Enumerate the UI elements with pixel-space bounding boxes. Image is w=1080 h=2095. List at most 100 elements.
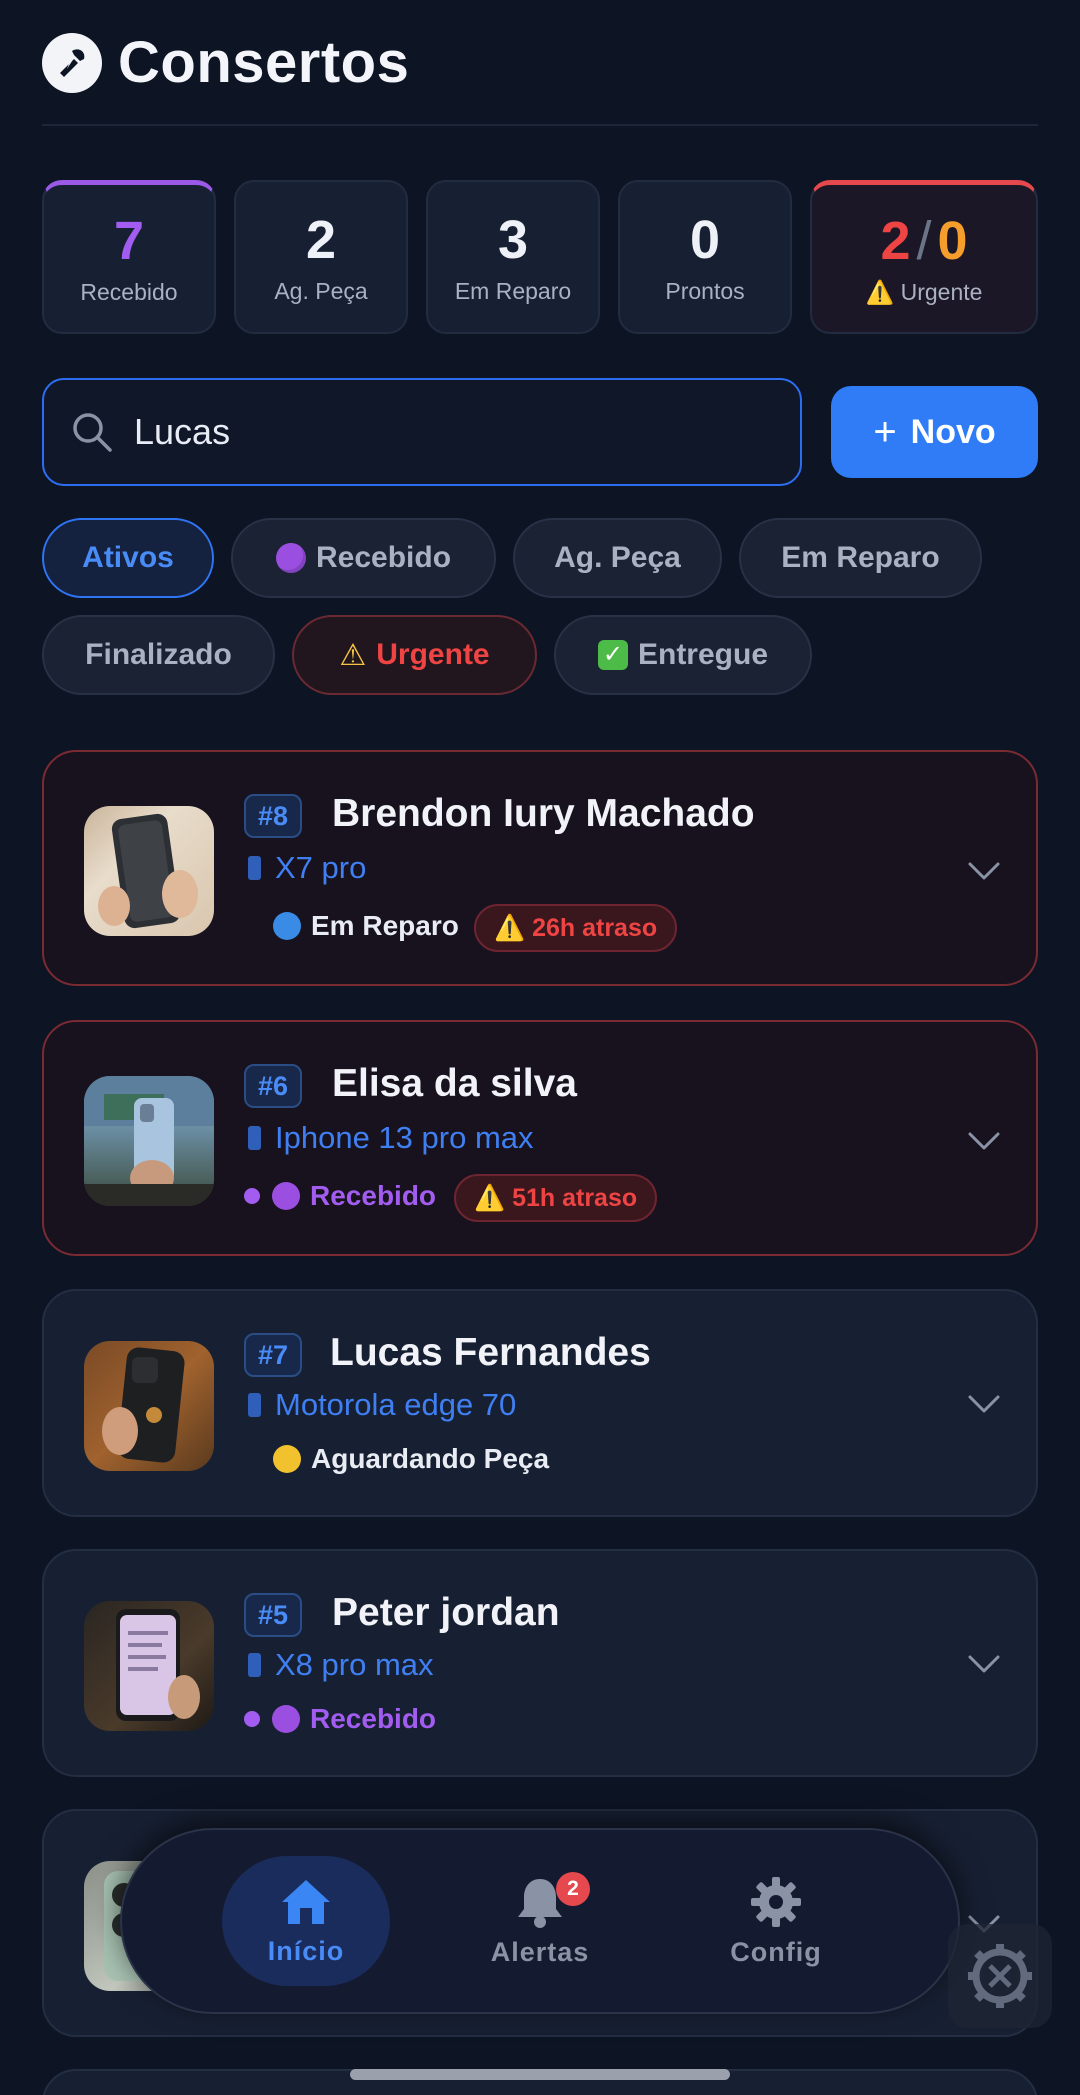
tools-gear-icon [968,1944,1032,2008]
customer-name: Lucas Fernandes [330,1331,651,1374]
filter-chip-finalizado[interactable]: Finalizado [42,615,275,695]
search-icon [73,413,112,452]
stat-urgente-separator: / [916,211,932,271]
order-id-tag: #8 [244,794,303,838]
stat-urgente[interactable]: 2/0 ⚠️ Urgente [810,180,1038,334]
device-model: X8 pro max [248,1647,434,1683]
customer-name: Peter jordan [332,1591,560,1634]
late-badge: ⚠️ 51h atraso [454,1174,658,1222]
stat-em-reparo[interactable]: 3 Em Reparo [426,180,600,334]
home-indicator [350,2069,730,2080]
filter-chip-entregue[interactable]: ✓ Entregue [554,615,812,695]
device-photo [84,1341,214,1471]
filter-chip-ativos-label: Ativos [82,541,174,574]
status-text: Em Reparo [311,910,459,941]
device-photo [84,1601,214,1731]
alert-count-badge: 2 [556,1872,590,1906]
stat-recebido-value: 7 [113,211,145,271]
late-badge: ⚠️ 26h atraso [474,904,678,952]
chevron-down-icon[interactable] [964,1120,1004,1160]
chevron-down-icon[interactable] [964,850,1004,890]
filter-chip-finalizado-label: Finalizado [85,638,232,671]
device-model-label: Iphone 13 pro max [275,1120,534,1155]
stat-urgente-value: 2/0 [880,211,967,271]
status-label: Aguardando Peça [273,1443,549,1475]
warning-icon: ⚠ [339,638,367,672]
nav-config[interactable]: Config [692,1856,860,1986]
filter-chip-em-reparo[interactable]: Em Reparo [739,518,982,598]
device-photo [84,806,214,936]
nav-inicio[interactable]: Início [222,1856,390,1986]
device-model-label: X7 pro [275,850,367,885]
plus-icon: + [873,409,897,454]
stat-em-reparo-value: 3 [497,209,529,270]
blue-circle-icon [273,912,301,940]
gear-icon [751,1876,801,1927]
purple-circle-icon [272,1705,300,1733]
search-input[interactable] [134,411,734,453]
repair-logo-icon [42,33,102,93]
status-label: Recebido [244,1180,436,1212]
order-id-tag: #6 [244,1064,303,1108]
status-dot [244,1188,260,1204]
stat-recebido-label: Recebido [80,279,178,305]
yellow-circle-icon [273,1445,301,1473]
customer-name: Elisa da silva [332,1062,577,1105]
stat-urgente-label: ⚠️ Urgente [865,279,983,305]
order-card[interactable]: #6 Elisa da silva Iphone 13 pro max Rece… [42,1020,1038,1256]
filter-chip-recebido[interactable]: Recebido [231,518,496,598]
purple-circle-icon [272,1182,300,1210]
stat-urgente-soon: 0 [937,211,968,271]
order-card[interactable]: #5 Peter jordan X8 pro max Recebido [42,1549,1038,1777]
filter-chip-ag-peca[interactable]: Ag. Peça [513,518,722,598]
status-text: Aguardando Peça [311,1443,550,1474]
filter-chip-ag-peca-label: Ag. Peça [554,541,681,574]
filter-chip-recebido-label: Recebido [315,541,452,574]
filter-chip-em-reparo-label: Em Reparo [781,541,940,574]
filter-chip-entregue-label: Entregue [637,638,769,671]
nav-inicio-label: Início [267,1935,345,1966]
phone-icon [248,1126,261,1150]
bottom-navigation: Início 2 Alertas Config [120,1828,960,2014]
stat-ag-peca[interactable]: 2 Ag. Peça [234,180,408,334]
status-text: Recebido [310,1180,437,1211]
stat-recebido[interactable]: 7 Recebido [42,180,216,334]
device-photo [84,1076,214,1206]
nav-alertas[interactable]: 2 Alertas [456,1856,624,1986]
nav-alertas-label: Alertas [490,1936,590,1967]
app-header: Consertos [42,30,1038,126]
phone-icon [248,1393,261,1417]
stat-prontos-value: 0 [689,209,721,270]
device-model: X7 pro [248,850,366,886]
status-text: Recebido [310,1703,437,1734]
filter-chip-urgente-label: Urgente [376,638,490,671]
check-mark-icon: ✓ [597,640,628,670]
filter-chip-ativos[interactable]: Ativos [42,518,214,598]
customer-name: Brendon Iury Machado [332,792,755,835]
chevron-down-icon[interactable] [964,1643,1004,1683]
stat-ag-peca-label: Ag. Peça [274,277,368,304]
order-card[interactable]: #7 Lucas Fernandes Motorola edge 70 Agua… [42,1289,1038,1517]
search-box[interactable] [42,378,802,486]
device-model: Iphone 13 pro max [248,1120,534,1156]
status-label: Em Reparo [273,910,459,942]
new-order-button[interactable]: + Novo [831,386,1038,478]
stat-prontos[interactable]: 0 Prontos [618,180,792,334]
status-dot [244,1711,260,1727]
stat-ag-peca-value: 2 [305,209,337,270]
phone-icon [248,1653,261,1677]
stat-urgente-late: 2 [880,211,911,271]
order-card[interactable]: #8 Brendon Iury Machado X7 pro Em Reparo… [42,750,1038,986]
chevron-down-icon[interactable] [964,1383,1004,1423]
device-model-label: Motorola edge 70 [275,1387,517,1422]
device-model-label: X8 pro max [275,1647,434,1682]
nav-config-label: Config [730,1936,822,1967]
purple-circle-icon [275,543,306,573]
page-title: Consertos [118,30,410,95]
stat-em-reparo-label: Em Reparo [454,277,572,304]
order-id-tag: #5 [244,1593,303,1637]
filter-chip-urgente[interactable]: ⚠ Urgente [292,615,537,695]
phone-icon [248,856,261,880]
new-order-label: Novo [910,412,996,451]
floating-tools-button[interactable] [948,1924,1052,2028]
